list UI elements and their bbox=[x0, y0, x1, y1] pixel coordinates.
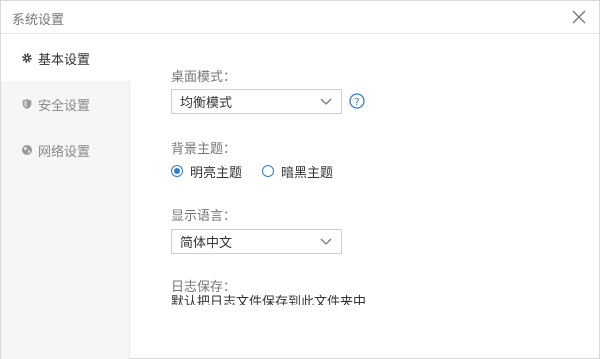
log-save-description: 默认把日志文件保存到此文件夹中 bbox=[171, 295, 367, 305]
sidebar-item-label: 基本设置 bbox=[38, 52, 91, 68]
theme-dark-label: 暗黑主题 bbox=[281, 165, 334, 181]
sidebar-item-label: 安全设置 bbox=[38, 98, 91, 114]
sidebar-item-security-settings[interactable]: 安全设置 bbox=[1, 81, 130, 127]
theme-dark-radio[interactable]: 暗黑主题 bbox=[262, 163, 334, 181]
chevron-down-icon bbox=[320, 238, 332, 245]
sidebar-item-network-settings[interactable]: 网络设置 bbox=[1, 127, 130, 173]
sidebar-item-basic-settings[interactable]: 基本设置 bbox=[1, 35, 130, 81]
desktop-mode-select[interactable]: 均衡模式 bbox=[171, 89, 342, 114]
title-bar: 系统设置 bbox=[1, 1, 599, 34]
language-select[interactable]: 简体中文 bbox=[171, 229, 342, 254]
close-button[interactable] bbox=[569, 7, 589, 27]
radio-checked-indicator bbox=[171, 165, 183, 177]
globe-icon bbox=[21, 144, 33, 156]
gear-icon bbox=[21, 52, 33, 64]
theme-light-radio[interactable]: 明亮主题 bbox=[171, 163, 243, 181]
help-icon: ? bbox=[349, 93, 365, 109]
theme-light-label: 明亮主题 bbox=[190, 165, 243, 181]
theme-label: 背景主题： bbox=[171, 142, 237, 157]
desktop-mode-value: 均衡模式 bbox=[180, 96, 233, 111]
svg-text:?: ? bbox=[354, 97, 359, 108]
shield-icon bbox=[21, 98, 33, 110]
help-button[interactable]: ? bbox=[349, 93, 365, 109]
language-value: 简体中文 bbox=[180, 236, 233, 251]
desktop-mode-label: 桌面模式： bbox=[171, 70, 237, 85]
language-label: 显示语言： bbox=[171, 209, 237, 224]
close-icon bbox=[572, 10, 586, 24]
sidebar-item-label: 网络设置 bbox=[38, 144, 91, 160]
chevron-down-icon bbox=[320, 98, 332, 105]
dialog-title: 系统设置 bbox=[12, 13, 65, 28]
radio-unchecked-indicator bbox=[262, 165, 274, 177]
settings-dialog: 系统设置 基本设置 安全设置 网络设置 桌面模式： 均衡模式 ? 背景主题： 明… bbox=[0, 0, 600, 359]
basic-settings-panel: 桌面模式： 均衡模式 ? 背景主题： 明亮主题 暗黑主题 显示语言： 简体中文 bbox=[131, 35, 599, 359]
sidebar: 基本设置 安全设置 网络设置 bbox=[1, 35, 130, 359]
